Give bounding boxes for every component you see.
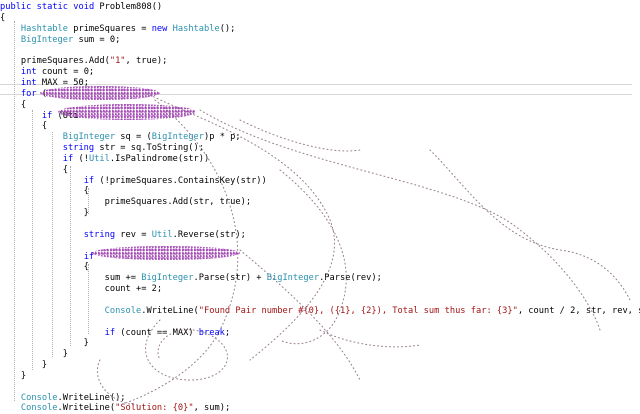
code-line: primeSquares.Add(str, true);	[0, 197, 252, 208]
code-line: Console.WriteLine();	[20, 392, 126, 403]
scribble-redaction	[40, 86, 160, 100]
code-line: Console.WriteLine("Solution: {0}", sum);	[20, 403, 231, 414]
code-editor[interactable]: public static void Problem808(){ Hashtab…	[0, 0, 640, 414]
scribble-redaction	[58, 104, 196, 120]
code-line: BigInteger sq = (BigInteger)p * p;	[62, 132, 241, 143]
code-line: if	[83, 251, 95, 262]
code-line: count += 2;	[0, 284, 163, 295]
code-line: sum += BigInteger.Parse(str) + BigIntege…	[0, 273, 382, 284]
code-line: }	[0, 208, 89, 219]
code-line: if (!Util.IsPalindrome(str))	[62, 153, 210, 164]
code-line: Console.WriteLine("Found Pair number #{0…	[104, 305, 640, 316]
code-line: public static void Problem808()	[0, 2, 163, 12]
code-line: }	[0, 370, 27, 381]
code-line: {	[0, 186, 89, 197]
code-line: {	[0, 12, 6, 23]
code-line: }	[0, 338, 89, 349]
code-line: Hashtable primeSquares = new Hashtable()…	[20, 23, 236, 34]
code-line: string rev = Util.Reverse(str);	[83, 229, 246, 240]
code-line: {	[0, 99, 27, 110]
code-line: if (count == MAX) break;	[104, 327, 231, 338]
code-line: }	[0, 360, 48, 371]
code-line: }	[0, 349, 68, 360]
code-line: if (!primeSquares.ContainsKey(str))	[83, 175, 267, 186]
code-line: for (	[20, 88, 47, 99]
code-line: string str = sq.ToString();	[62, 143, 204, 154]
code-line: BigInteger sum = 0;	[20, 34, 121, 45]
code-line: {	[0, 262, 89, 273]
code-line: int count = 0;	[20, 67, 95, 78]
code-line: primeSquares.Add("1", true);	[0, 56, 168, 67]
code-line: {	[0, 164, 68, 175]
scribble-redaction	[92, 246, 240, 260]
code-line: {	[0, 121, 48, 132]
